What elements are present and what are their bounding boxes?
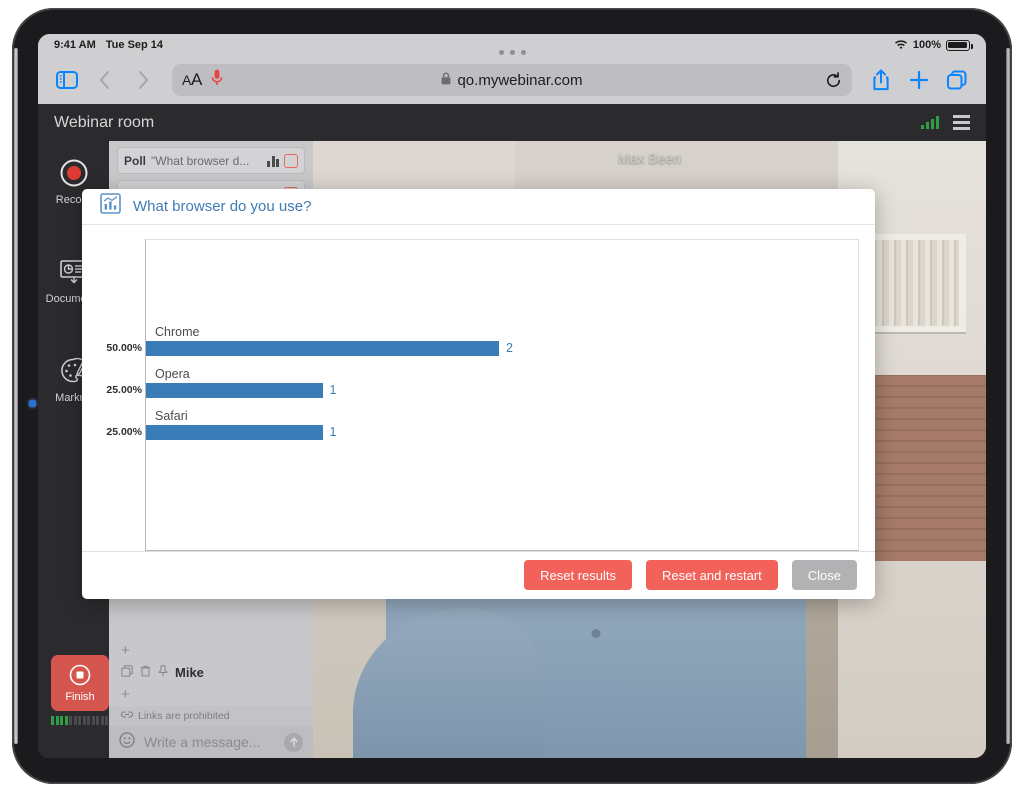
- stop-icon: [69, 664, 91, 689]
- link-icon: [121, 710, 133, 722]
- bezel-edge-left: [14, 48, 18, 744]
- poll-results-modal: What browser do you use? Chrome50.00%2Op…: [82, 189, 875, 599]
- poll-bar-chart: Chrome 50.00%2 Opera 25.00%1 Safari 25.00%1: [145, 239, 859, 551]
- page-title: Webinar room: [54, 114, 154, 132]
- modal-footer: Reset results Reset and restart Close: [82, 551, 875, 599]
- record-icon: [58, 157, 90, 189]
- bezel-indicator-light: [29, 400, 36, 407]
- bar-percent-label: 25.00%: [99, 426, 142, 438]
- address-bar-url-group: qo.mywebinar.com: [172, 72, 852, 89]
- bar-category-label: Chrome: [146, 325, 858, 339]
- bar-percent-label: 25.00%: [99, 384, 142, 396]
- reload-icon[interactable]: [822, 69, 844, 91]
- bar-line: 50.00%2: [146, 341, 858, 356]
- modal-title: What browser do you use?: [133, 198, 311, 215]
- bar-group: Chrome 50.00%2: [146, 325, 858, 356]
- poll-chart-icon: [100, 193, 121, 219]
- bar-group: Safari 25.00%1: [146, 409, 858, 440]
- bar-line: 25.00%1: [146, 383, 858, 398]
- reset-results-button[interactable]: Reset results: [524, 560, 632, 590]
- pin-icon[interactable]: [158, 665, 168, 680]
- close-button[interactable]: Close: [792, 560, 857, 590]
- modal-body: Chrome50.00%2Opera25.00%1Safari25.00%1: [82, 225, 875, 551]
- new-tab-button[interactable]: [904, 65, 934, 95]
- battery-icon: [946, 40, 970, 51]
- address-bar-left-controls: AA: [182, 69, 223, 91]
- bar-fill: [146, 425, 323, 440]
- lock-icon: [441, 72, 451, 89]
- tabs-icon[interactable]: [942, 65, 972, 95]
- bezel-edge-right: [1006, 48, 1010, 744]
- bar-group: Opera 25.00%1: [146, 367, 858, 398]
- chat-add-bottom[interactable]: +: [109, 683, 313, 706]
- finish-button[interactable]: Finish: [51, 655, 109, 711]
- trash-icon[interactable]: [140, 665, 151, 680]
- emoji-icon[interactable]: [119, 732, 135, 753]
- bar-line: 25.00%1: [146, 425, 858, 440]
- poll-label: Poll: [124, 154, 146, 168]
- url-text[interactable]: qo.mywebinar.com: [457, 72, 582, 89]
- app-header-right: [921, 115, 970, 130]
- bar-category-label: Opera: [146, 367, 858, 381]
- signal-bars-icon: [921, 116, 939, 129]
- text-size-button[interactable]: AA: [182, 70, 202, 90]
- webinar-page: Webinar room Record: [38, 104, 986, 758]
- message-input-bar[interactable]: Write a message...: [109, 726, 313, 758]
- poll-row[interactable]: Poll "What browser d...: [117, 147, 305, 174]
- tablet-screen: 9:41 AM Tue Sep 14 100%: [38, 34, 986, 758]
- address-bar[interactable]: AA qo.mywebinar.com: [172, 64, 852, 96]
- hamburger-menu-icon[interactable]: [953, 115, 970, 130]
- poll-stop-button[interactable]: [284, 154, 298, 168]
- share-icon[interactable]: [866, 65, 896, 95]
- bar-chart-icon[interactable]: [267, 155, 279, 167]
- send-arrow-icon[interactable]: [284, 733, 303, 752]
- bar-value-label: 1: [330, 425, 337, 439]
- chat-message: Mike: [109, 662, 313, 683]
- poll-value: "What browser d...: [151, 154, 262, 168]
- forward-icon[interactable]: [128, 65, 158, 95]
- sidebar-icon[interactable]: [52, 65, 82, 95]
- tab-dots-indicator: [38, 50, 986, 55]
- chat-author: Mike: [175, 665, 204, 680]
- microphone-icon[interactable]: [211, 69, 223, 91]
- chat-area: + Mike: [109, 639, 313, 758]
- bar-category-label: Safari: [146, 409, 858, 423]
- safari-toolbar: AA qo.mywebinar.com: [38, 56, 986, 104]
- bar-value-label: 2: [506, 341, 513, 355]
- back-icon[interactable]: [90, 65, 120, 95]
- tablet-device-frame: 9:41 AM Tue Sep 14 100%: [12, 8, 1012, 784]
- finish-label: Finish: [65, 691, 94, 703]
- bar-percent-label: 50.00%: [99, 342, 142, 354]
- bar-fill: [146, 341, 499, 356]
- modal-header: What browser do you use?: [82, 189, 875, 225]
- links-prohibited-note: Links are prohibited: [109, 706, 313, 726]
- chat-add-top[interactable]: +: [109, 639, 313, 662]
- links-note-text: Links are prohibited: [138, 710, 230, 722]
- copy-icon[interactable]: [121, 665, 133, 680]
- bar-fill: [146, 383, 323, 398]
- wifi-icon: [894, 40, 908, 51]
- reset-and-restart-button[interactable]: Reset and restart: [646, 560, 778, 590]
- bar-value-label: 1: [330, 383, 337, 397]
- app-header: Webinar room: [38, 104, 986, 141]
- message-input-placeholder[interactable]: Write a message...: [144, 734, 275, 750]
- participant-name: Max Been: [313, 150, 986, 166]
